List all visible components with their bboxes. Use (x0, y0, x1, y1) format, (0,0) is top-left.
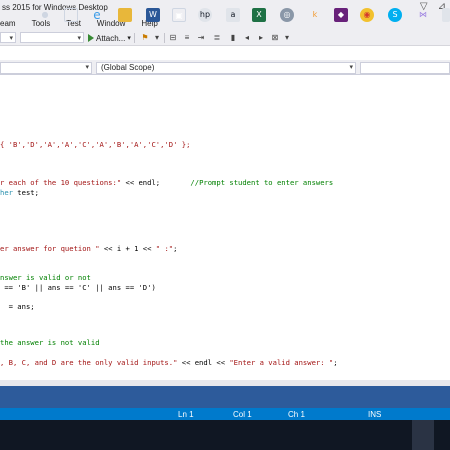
attach-button[interactable]: Attach... ▾ (88, 32, 131, 44)
member-combo[interactable] (360, 62, 450, 74)
menu-team[interactable]: eam (0, 19, 24, 28)
excel-icon[interactable]: X (252, 8, 266, 22)
next-bookmark-icon[interactable]: ▸ (256, 33, 266, 43)
status-char: Ch 1 (288, 410, 305, 419)
status-bar: Ln 1 Col 1 Ch 1 INS (0, 408, 450, 420)
code-line: her test; (0, 188, 39, 197)
code-line: nswer is valid or not (0, 273, 91, 282)
store-icon[interactable]: ▣ (172, 8, 186, 22)
code-comment: the answer is not valid (0, 338, 100, 347)
dropdown-chevron-icon[interactable]: ▾ (152, 33, 162, 43)
status-line: Ln 1 (178, 410, 194, 419)
chevron-down-icon: ▾ (9, 35, 13, 42)
code-line: er answer for quetion " << i + 1 << " :"… (0, 244, 177, 253)
code-line: { 'B','D','A','A','C','A','B','A','C','D… (0, 140, 190, 149)
code-text: ; (333, 358, 338, 367)
code-text: "Enter a valid answer: " (229, 358, 334, 367)
chevron-down-icon: ▾ (77, 35, 81, 42)
edge-icon[interactable]: e (90, 8, 104, 22)
code-text: " :" (155, 244, 174, 253)
code-text: = ans; (0, 302, 35, 311)
taskbar (0, 420, 450, 450)
chat-icon[interactable] (442, 8, 450, 22)
code-text: test; (12, 188, 39, 197)
visual-studio-purple-icon[interactable]: ◆ (334, 8, 348, 22)
code-text: ; (173, 244, 178, 253)
code-text: er answer for quetion " (0, 244, 100, 253)
file-explorer-icon[interactable] (118, 8, 132, 22)
project-combo[interactable]: ▾ (0, 62, 92, 74)
hp-icon[interactable]: hp (198, 8, 212, 22)
comment-icon[interactable]: ≣ (212, 33, 222, 43)
code-text: , B, C, and D are the only valid inputs.… (0, 358, 178, 367)
bookmark-icon[interactable]: ▮ (228, 33, 238, 43)
toolbar-separator (134, 33, 135, 43)
play-icon (88, 34, 94, 42)
code-line: == 'B' || ans == 'C' || ans == 'D') (0, 283, 156, 292)
find-in-files-icon[interactable]: ⊟ (168, 33, 178, 43)
platform-combo[interactable]: ▾ (20, 32, 84, 43)
toolbar-overflow-icon[interactable]: ▾ (282, 33, 292, 43)
mic-icon[interactable]: ● (38, 8, 52, 22)
output-panel-strip (0, 386, 450, 408)
code-text: << i + 1 << (99, 244, 156, 253)
word-icon[interactable]: W (146, 8, 160, 22)
clear-bookmarks-icon[interactable]: ⊠ (270, 33, 280, 43)
code-line: , B, C, and D are the only valid inputs.… (0, 358, 338, 367)
code-text: << endl << (177, 358, 230, 367)
media-icon[interactable]: ◎ (280, 8, 294, 22)
task-view-icon[interactable] (64, 8, 78, 22)
code-line: the answer is not valid (0, 338, 100, 347)
breakpoint-icon[interactable]: ⚑ (140, 33, 150, 43)
align-icon[interactable]: ≡ (182, 33, 192, 43)
chevron-down-icon: ▾ (85, 64, 89, 71)
scope-combo-value: (Global Scope) (101, 63, 155, 72)
code-text: { 'B','D','A','A','C','A','B','A','C','D… (0, 140, 191, 149)
prev-bookmark-icon[interactable]: ◂ (242, 33, 252, 43)
code-text: << endl; (121, 178, 161, 187)
chevron-down-icon: ▾ (127, 35, 131, 42)
status-column: Col 1 (233, 410, 252, 419)
code-text: her (0, 188, 13, 197)
toolbar-separator (164, 33, 165, 43)
code-text: == 'B' || ans == 'C' || ans == 'D') (0, 283, 156, 292)
code-editor[interactable]: { 'B','D','A','A','C','A','B','A','C','D… (0, 76, 450, 380)
code-comment: //Prompt student to enter answers (160, 178, 334, 187)
code-text: r each of the 10 questions:" (0, 178, 122, 187)
scope-combo[interactable]: (Global Scope) ▾ (96, 62, 356, 74)
attach-label: Attach... (96, 33, 126, 43)
skype-icon[interactable]: S (388, 8, 402, 22)
chrome-icon[interactable]: ◉ (360, 8, 374, 22)
visual-studio-icon[interactable]: ⋈ (416, 8, 430, 22)
code-line: = ans; (0, 302, 35, 311)
solution-config-combo[interactable]: ▾ (0, 32, 16, 43)
active-task-highlight (412, 420, 434, 450)
code-line: r each of the 10 questions:" << endl; //… (0, 178, 333, 187)
chevron-down-icon: ▾ (349, 64, 353, 71)
indent-icon[interactable]: ⇥ (196, 33, 206, 43)
status-insert-mode: INS (368, 410, 382, 419)
editor-navigation-bar: ▾ (Global Scope) ▾ (0, 60, 450, 75)
toolbar: ▾ ▾ Attach... ▾ ⚑ ▾ ⊟ ≡ ⇥ ≣ ▮ ◂ ▸ ⊠ ▾ (0, 30, 450, 46)
amazon-icon[interactable]: a (226, 8, 240, 22)
k-app-icon[interactable]: k (308, 8, 322, 22)
code-comment: nswer is valid or not (0, 273, 91, 282)
